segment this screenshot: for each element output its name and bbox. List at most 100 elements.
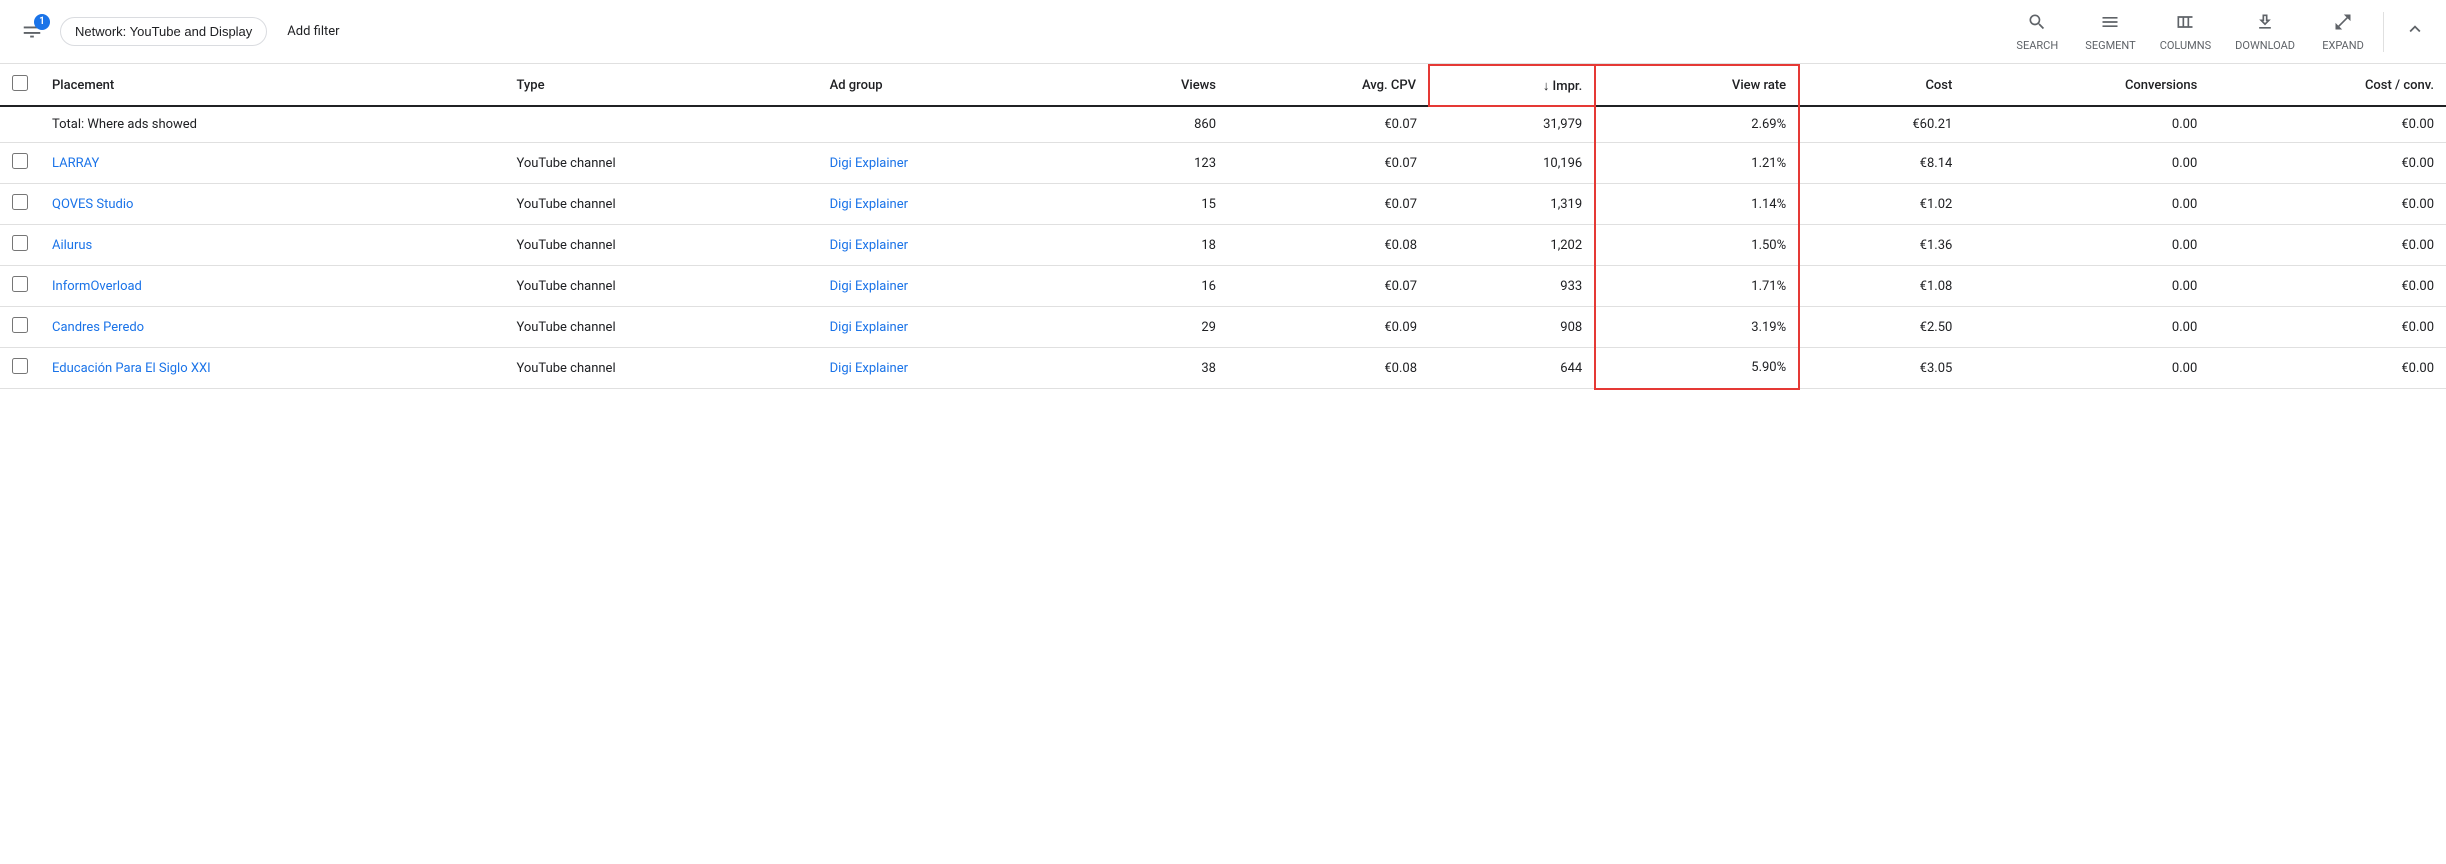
placements-table: Placement Type Ad group Views Avg. CPV ↓… — [0, 64, 2446, 390]
header-type[interactable]: Type — [504, 65, 817, 106]
row-conversions: 0.00 — [1964, 348, 2209, 389]
row-avg-cpv: €0.07 — [1228, 184, 1429, 225]
total-views: 860 — [1078, 106, 1228, 143]
row-adgroup[interactable]: Digi Explainer — [818, 348, 1078, 389]
row-views: 16 — [1078, 266, 1228, 307]
row-checkbox[interactable] — [12, 194, 28, 210]
filter-icon-wrap: 1 — [16, 16, 48, 48]
row-checkbox-cell — [0, 266, 40, 307]
header-avg-cpv[interactable]: Avg. CPV — [1228, 65, 1429, 106]
search-icon — [2027, 12, 2047, 37]
row-cost: €1.08 — [1799, 266, 1964, 307]
header-impr[interactable]: ↓ Impr. — [1429, 65, 1595, 106]
collapse-button[interactable] — [2400, 14, 2430, 49]
row-impr: 908 — [1429, 307, 1595, 348]
row-type: YouTube channel — [504, 348, 817, 389]
total-avg-cpv: €0.07 — [1228, 106, 1429, 143]
row-placement[interactable]: Educación Para El Siglo XXI — [40, 348, 504, 389]
header-viewrate[interactable]: View rate — [1595, 65, 1799, 106]
row-views: 123 — [1078, 143, 1228, 184]
toolbar-actions: SEARCH SEGMENT COLUMNS DOWNLOAD EXPAND — [2013, 12, 2384, 52]
row-viewrate: 1.71% — [1595, 266, 1799, 307]
table-row: InformOverloadYouTube channelDigi Explai… — [0, 266, 2446, 307]
row-impr: 10,196 — [1429, 143, 1595, 184]
row-placement[interactable]: Candres Peredo — [40, 307, 504, 348]
row-type: YouTube channel — [504, 143, 817, 184]
row-adgroup[interactable]: Digi Explainer — [818, 184, 1078, 225]
table-row: Educación Para El Siglo XXIYouTube chann… — [0, 348, 2446, 389]
row-impr: 1,319 — [1429, 184, 1595, 225]
row-conversions: 0.00 — [1964, 184, 2209, 225]
download-icon — [2255, 12, 2275, 37]
add-filter-button[interactable]: Add filter — [279, 20, 347, 43]
row-type: YouTube channel — [504, 266, 817, 307]
row-cost-conv: €0.00 — [2209, 225, 2446, 266]
header-checkbox-cell — [0, 65, 40, 106]
select-all-checkbox[interactable] — [12, 75, 28, 91]
data-table-wrap: Placement Type Ad group Views Avg. CPV ↓… — [0, 64, 2446, 390]
header-placement[interactable]: Placement — [40, 65, 504, 106]
row-checkbox-cell — [0, 184, 40, 225]
row-impr: 1,202 — [1429, 225, 1595, 266]
row-checkbox[interactable] — [12, 276, 28, 292]
columns-label: COLUMNS — [2160, 39, 2211, 52]
row-avg-cpv: €0.07 — [1228, 143, 1429, 184]
table-header-row: Placement Type Ad group Views Avg. CPV ↓… — [0, 65, 2446, 106]
table-row: QOVES StudioYouTube channelDigi Explaine… — [0, 184, 2446, 225]
row-checkbox[interactable] — [12, 235, 28, 251]
row-adgroup[interactable]: Digi Explainer — [818, 225, 1078, 266]
segment-action[interactable]: SEGMENT — [2085, 12, 2135, 52]
row-adgroup[interactable]: Digi Explainer — [818, 266, 1078, 307]
row-viewrate: 1.50% — [1595, 225, 1799, 266]
columns-action[interactable]: COLUMNS — [2160, 12, 2211, 52]
row-placement[interactable]: InformOverload — [40, 266, 504, 307]
filter-badge: 1 — [16, 16, 48, 48]
row-avg-cpv: €0.09 — [1228, 307, 1429, 348]
row-impr: 933 — [1429, 266, 1595, 307]
row-avg-cpv: €0.07 — [1228, 266, 1429, 307]
row-type: YouTube channel — [504, 225, 817, 266]
segment-label: SEGMENT — [2085, 39, 2135, 52]
row-adgroup[interactable]: Digi Explainer — [818, 143, 1078, 184]
row-conversions: 0.00 — [1964, 307, 2209, 348]
row-cost: €3.05 — [1799, 348, 1964, 389]
header-cost[interactable]: Cost — [1799, 65, 1964, 106]
row-type: YouTube channel — [504, 184, 817, 225]
row-views: 29 — [1078, 307, 1228, 348]
search-action[interactable]: SEARCH — [2013, 12, 2061, 52]
row-adgroup[interactable]: Digi Explainer — [818, 307, 1078, 348]
expand-icon — [2333, 12, 2353, 37]
row-placement[interactable]: QOVES Studio — [40, 184, 504, 225]
network-filter-button[interactable]: Network: YouTube and Display — [60, 17, 267, 46]
download-action[interactable]: DOWNLOAD — [2235, 12, 2295, 52]
table-row: LARRAYYouTube channelDigi Explainer123€0… — [0, 143, 2446, 184]
row-viewrate: 1.14% — [1595, 184, 1799, 225]
header-views[interactable]: Views — [1078, 65, 1228, 106]
header-cost-conv[interactable]: Cost / conv. — [2209, 65, 2446, 106]
row-checkbox[interactable] — [12, 317, 28, 333]
download-label: DOWNLOAD — [2235, 39, 2295, 52]
row-placement[interactable]: Ailurus — [40, 225, 504, 266]
row-placement[interactable]: LARRAY — [40, 143, 504, 184]
header-adgroup[interactable]: Ad group — [818, 65, 1078, 106]
segment-icon — [2100, 12, 2120, 37]
total-impr: 31,979 — [1429, 106, 1595, 143]
row-cost: €8.14 — [1799, 143, 1964, 184]
row-avg-cpv: €0.08 — [1228, 348, 1429, 389]
total-checkbox-cell — [0, 106, 40, 143]
row-viewrate: 1.21% — [1595, 143, 1799, 184]
expand-action[interactable]: EXPAND — [2319, 12, 2367, 52]
row-views: 38 — [1078, 348, 1228, 389]
row-checkbox-cell — [0, 225, 40, 266]
row-checkbox[interactable] — [12, 358, 28, 374]
row-checkbox[interactable] — [12, 153, 28, 169]
total-cost: €60.21 — [1799, 106, 1964, 143]
toolbar: 1 Network: YouTube and Display Add filte… — [0, 0, 2446, 64]
row-avg-cpv: €0.08 — [1228, 225, 1429, 266]
row-cost: €1.02 — [1799, 184, 1964, 225]
row-views: 18 — [1078, 225, 1228, 266]
total-row: Total: Where ads showed 860 €0.07 31,979… — [0, 106, 2446, 143]
columns-icon — [2175, 12, 2195, 37]
header-conversions[interactable]: Conversions — [1964, 65, 2209, 106]
total-cost-conv: €0.00 — [2209, 106, 2446, 143]
